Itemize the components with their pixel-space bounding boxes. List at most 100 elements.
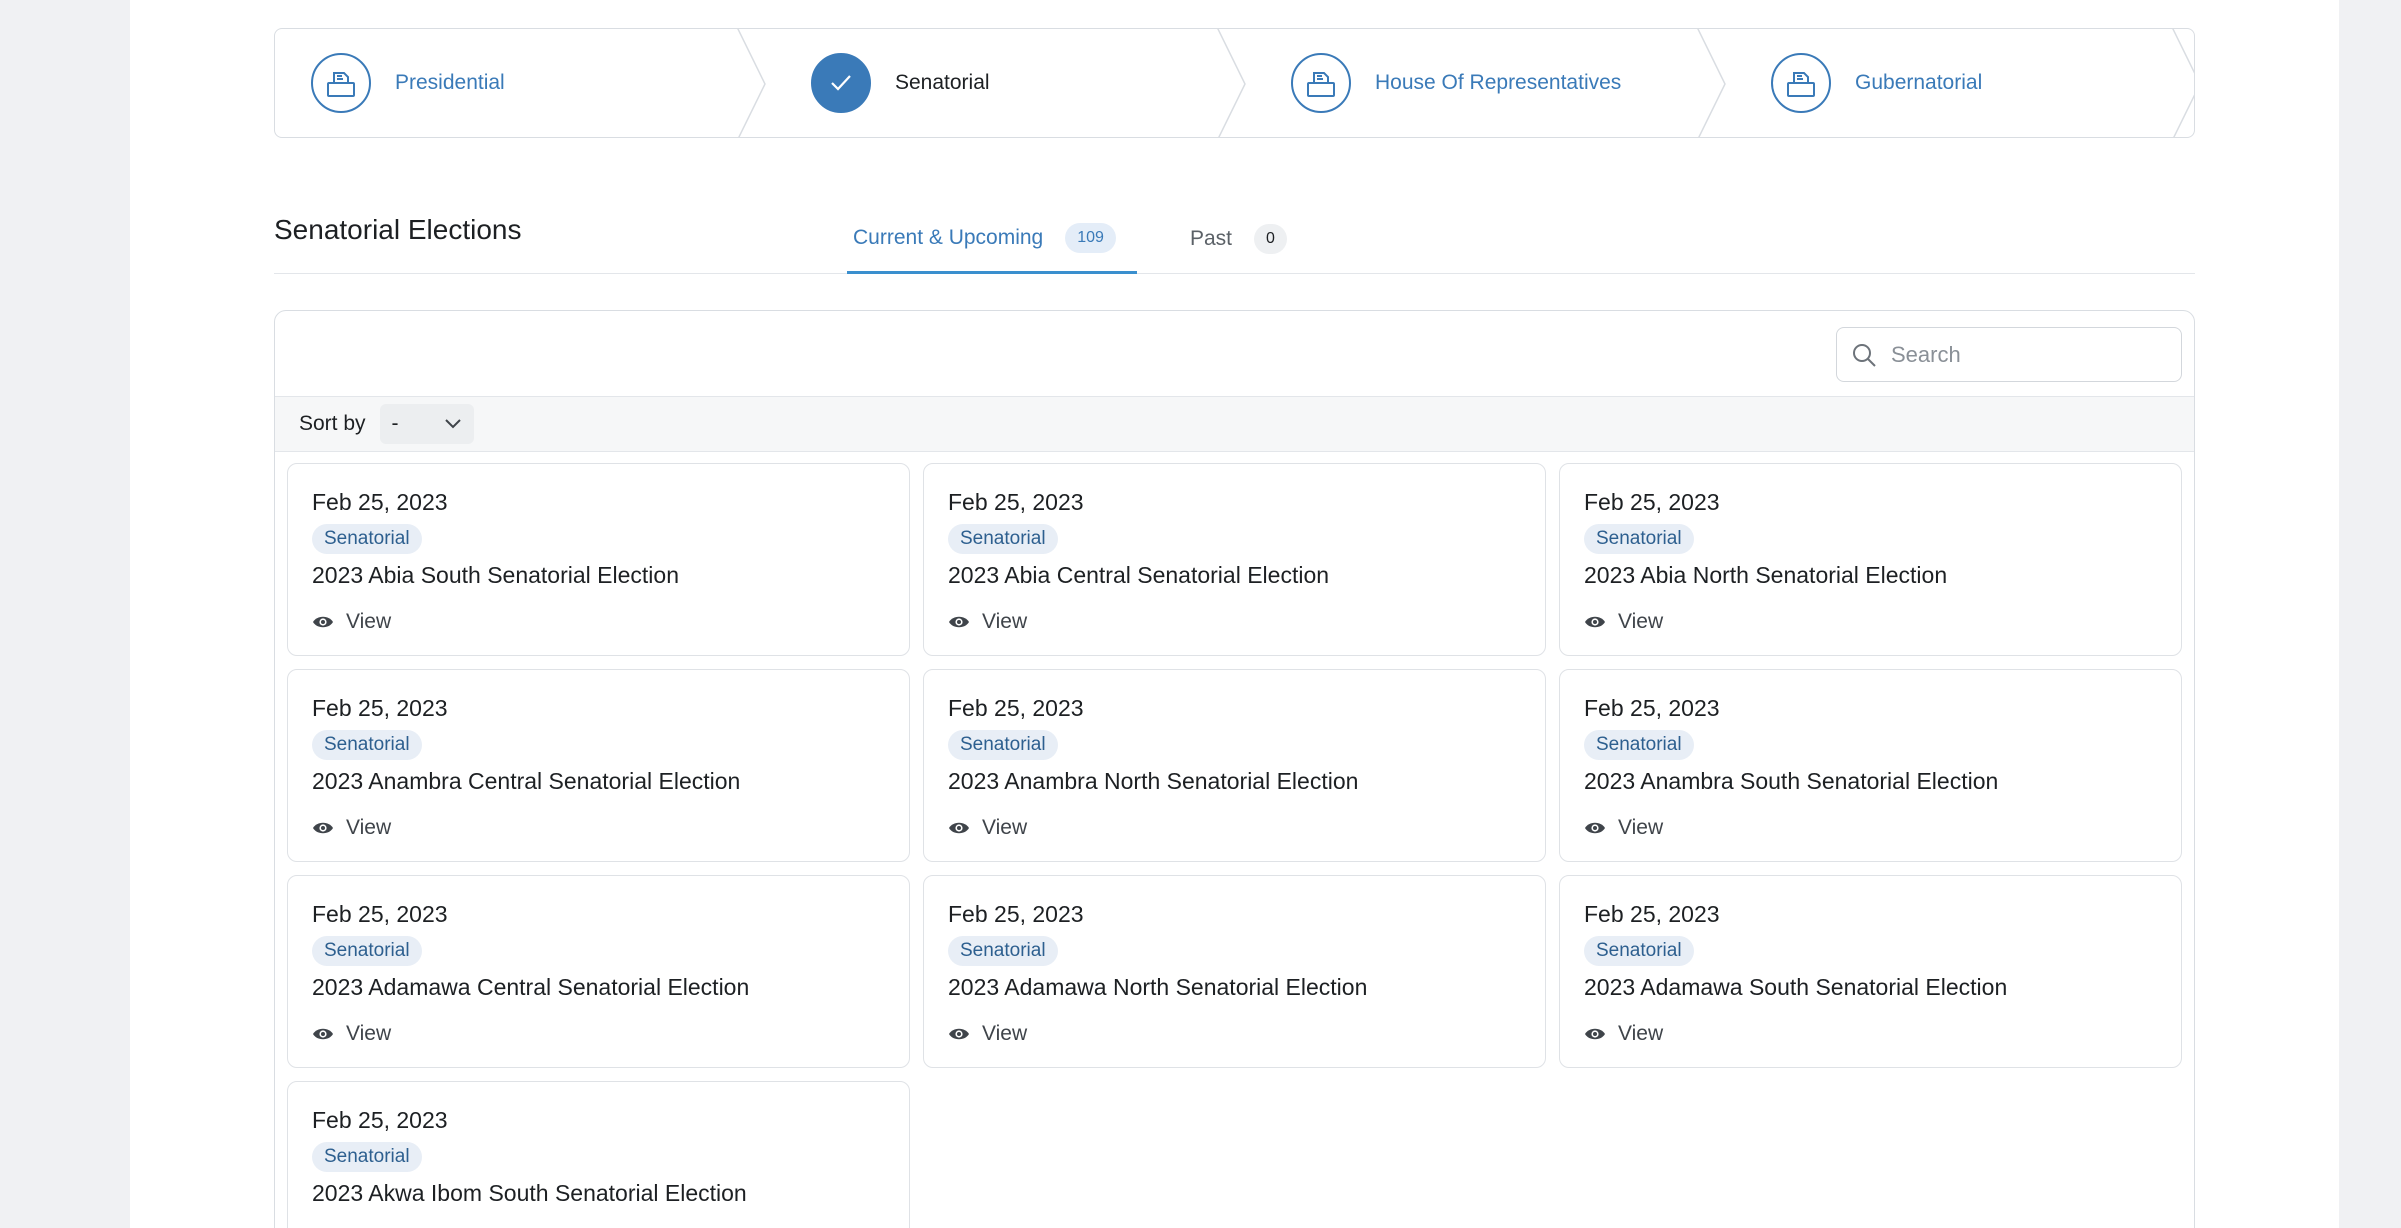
step-senatorial[interactable]: Senatorial bbox=[755, 29, 1246, 137]
page-title: Senatorial Elections bbox=[274, 214, 522, 245]
eye-icon bbox=[313, 616, 333, 628]
tab-past[interactable]: Past 0 bbox=[1184, 204, 1293, 274]
eye-icon bbox=[949, 616, 969, 628]
chevron-divider-icon bbox=[2172, 29, 2194, 137]
search-input[interactable] bbox=[1891, 341, 2171, 368]
election-card[interactable]: Feb 25, 2023 Senatorial 2023 Abia North … bbox=[1559, 463, 2182, 656]
election-card[interactable]: Feb 25, 2023 Senatorial 2023 Anambra Sou… bbox=[1559, 669, 2182, 862]
tabs-row: Senatorial Elections Current & Upcoming … bbox=[274, 178, 2195, 274]
ballot-box-icon bbox=[311, 53, 371, 113]
election-card[interactable]: Feb 25, 2023 Senatorial 2023 Abia Centra… bbox=[923, 463, 1546, 656]
election-type-tag: Senatorial bbox=[312, 730, 422, 760]
tab-label: Past bbox=[1190, 227, 1233, 250]
election-date: Feb 25, 2023 bbox=[948, 695, 1084, 721]
eye-icon bbox=[949, 822, 969, 834]
view-label: View bbox=[1618, 1022, 1664, 1045]
step-house-of-representatives[interactable]: House Of Representatives bbox=[1235, 29, 1726, 137]
election-title: 2023 Adamawa Central Senatorial Election bbox=[312, 974, 750, 1000]
election-title: 2023 Akwa Ibom South Senatorial Election bbox=[312, 1180, 747, 1206]
election-type-tag: Senatorial bbox=[312, 524, 422, 554]
election-card[interactable]: Feb 25, 2023 Senatorial 2023 Anambra Nor… bbox=[923, 669, 1546, 862]
view-label: View bbox=[346, 816, 392, 839]
view-link[interactable]: View bbox=[312, 610, 391, 634]
election-type-tag: Senatorial bbox=[312, 936, 422, 966]
election-type-tag: Senatorial bbox=[1584, 936, 1694, 966]
election-type-tag: Senatorial bbox=[312, 1142, 422, 1172]
election-date: Feb 25, 2023 bbox=[1584, 695, 1720, 721]
election-date: Feb 25, 2023 bbox=[312, 489, 448, 515]
election-type-tag: Senatorial bbox=[948, 936, 1058, 966]
election-title: 2023 Anambra Central Senatorial Election bbox=[312, 768, 741, 794]
view-link[interactable]: View bbox=[312, 1022, 391, 1046]
tab-current-upcoming[interactable]: Current & Upcoming 109 bbox=[847, 204, 1137, 274]
election-title: 2023 Abia Central Senatorial Election bbox=[948, 562, 1330, 588]
view-label: View bbox=[1618, 816, 1664, 839]
page: Presidential Senatorial House Of Represe… bbox=[130, 0, 2339, 1228]
view-label: View bbox=[346, 1022, 392, 1045]
count-badge: 109 bbox=[1065, 222, 1116, 253]
view-link[interactable]: View bbox=[948, 1022, 1027, 1046]
eye-icon bbox=[1585, 1028, 1605, 1040]
election-title: 2023 Adamawa South Senatorial Election bbox=[1584, 974, 2008, 1000]
elections-grid: Feb 25, 2023 Senatorial 2023 Abia South … bbox=[287, 463, 2182, 1228]
chevron-divider-icon bbox=[1217, 29, 1246, 137]
election-title: 2023 Abia South Senatorial Election bbox=[312, 562, 679, 588]
view-link[interactable]: View bbox=[1584, 1022, 1663, 1046]
election-date: Feb 25, 2023 bbox=[948, 901, 1084, 927]
view-link[interactable]: View bbox=[948, 610, 1027, 634]
election-type-tag: Senatorial bbox=[1584, 730, 1694, 760]
view-label: View bbox=[982, 816, 1028, 839]
election-date: Feb 25, 2023 bbox=[1584, 901, 1720, 927]
election-card[interactable]: Feb 25, 2023 Senatorial 2023 Adamawa Sou… bbox=[1559, 875, 2182, 1068]
election-date: Feb 25, 2023 bbox=[312, 1107, 448, 1133]
search-icon bbox=[1853, 343, 1876, 367]
election-card[interactable]: Feb 25, 2023 Senatorial 2023 Akwa Ibom S… bbox=[287, 1081, 910, 1228]
election-title: 2023 Adamawa North Senatorial Election bbox=[948, 974, 1368, 1000]
step-label: Senatorial bbox=[895, 71, 990, 94]
eye-icon bbox=[313, 1028, 333, 1040]
step-label: House Of Representatives bbox=[1375, 71, 1622, 94]
ballot-box-icon bbox=[1291, 53, 1351, 113]
eye-icon bbox=[949, 1028, 969, 1040]
eye-icon bbox=[313, 822, 333, 834]
election-title: 2023 Anambra South Senatorial Election bbox=[1584, 768, 1999, 794]
chevron-divider-icon bbox=[1697, 29, 1726, 137]
sort-value: - bbox=[391, 412, 399, 435]
check-icon bbox=[811, 53, 871, 113]
view-link[interactable]: View bbox=[948, 816, 1027, 840]
elections-panel: Sort by - Feb 25, 2023 Senatorial 2023 A… bbox=[274, 310, 2195, 1228]
count-badge: 0 bbox=[1254, 224, 1287, 254]
view-label: View bbox=[1618, 610, 1664, 633]
election-date: Feb 25, 2023 bbox=[312, 901, 448, 927]
election-type-tag: Senatorial bbox=[1584, 524, 1694, 554]
election-date: Feb 25, 2023 bbox=[1584, 489, 1720, 515]
election-card[interactable]: Feb 25, 2023 Senatorial 2023 Abia South … bbox=[287, 463, 910, 656]
election-card[interactable]: Feb 25, 2023 Senatorial 2023 Adamawa Nor… bbox=[923, 875, 1546, 1068]
view-link[interactable]: View bbox=[1584, 816, 1663, 840]
view-link[interactable]: View bbox=[1584, 610, 1663, 634]
election-title: 2023 Anambra North Senatorial Election bbox=[948, 768, 1359, 794]
view-link[interactable]: View bbox=[312, 816, 391, 840]
election-card[interactable]: Feb 25, 2023 Senatorial 2023 Adamawa Cen… bbox=[287, 875, 910, 1068]
sort-select[interactable]: - bbox=[379, 404, 474, 444]
view-label: View bbox=[982, 1022, 1028, 1045]
sort-bar: Sort by - bbox=[275, 396, 2194, 452]
election-title: 2023 Abia North Senatorial Election bbox=[1584, 562, 1948, 588]
election-type-stepper: Presidential Senatorial House Of Represe… bbox=[274, 28, 2195, 138]
election-date: Feb 25, 2023 bbox=[948, 489, 1084, 515]
search-box bbox=[1836, 327, 2182, 382]
view-label: View bbox=[982, 610, 1028, 633]
view-label: View bbox=[346, 610, 392, 633]
step-presidential[interactable]: Presidential bbox=[275, 29, 766, 137]
ballot-box-icon bbox=[1771, 53, 1831, 113]
sort-label: Sort by bbox=[299, 412, 366, 435]
step-label: Presidential bbox=[395, 71, 505, 94]
election-card[interactable]: Feb 25, 2023 Senatorial 2023 Anambra Cen… bbox=[287, 669, 910, 862]
eye-icon bbox=[1585, 616, 1605, 628]
tab-label: Current & Upcoming bbox=[853, 225, 1044, 249]
chevron-down-icon bbox=[444, 419, 461, 429]
election-type-tag: Senatorial bbox=[948, 730, 1058, 760]
chevron-divider-icon bbox=[737, 29, 766, 137]
step-gubernatorial[interactable]: Gubernatorial bbox=[1715, 29, 2194, 137]
eye-icon bbox=[1585, 822, 1605, 834]
